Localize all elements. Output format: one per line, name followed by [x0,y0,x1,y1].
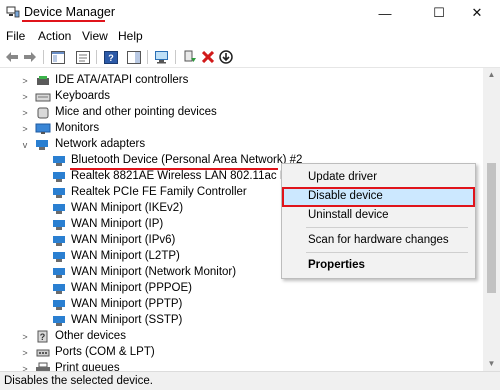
update-driver-icon[interactable] [182,49,198,65]
action-pane-icon[interactable] [126,49,142,65]
menu-view[interactable]: View [82,29,108,43]
menu-item-properties[interactable]: Properties [282,256,475,276]
expand-icon[interactable]: > [20,348,30,358]
minimize-button[interactable]: — [362,0,408,26]
port-icon [36,349,50,357]
scan-hardware-icon[interactable] [154,49,170,65]
toolbar-separator [96,50,97,64]
menu-item-scan-hardware[interactable]: Scan for hardware changes [282,231,475,251]
toolbar-separator [147,50,148,64]
tree-item-label: WAN Miniport (Network Monitor) [71,266,237,278]
tree-item-label: WAN Miniport (PPTP) [71,298,183,310]
mouse-icon [37,107,49,119]
tree-item-other-devices[interactable]: > ? Other devices [0,329,483,345]
toolbar: ? [0,46,500,68]
title-bar: Device Manager — ☐ ✕ [0,0,500,26]
context-menu: Update driver Disable device Uninstall d… [281,163,476,279]
tree-item-label: WAN Miniport (L2TP) [71,250,180,262]
ide-controller-icon [37,76,49,85]
tree-item-label: Mice and other pointing devices [55,106,217,118]
network-adapter-icon [53,188,65,198]
keyboard-icon [35,93,51,102]
tree-item-keyboards[interactable]: > Keyboards [0,89,483,105]
device-manager-icon [6,6,20,18]
expand-icon[interactable]: > [20,92,30,102]
tree-item-label: Other devices [55,330,126,342]
uninstall-icon[interactable] [200,49,216,65]
tree-item-label: WAN Miniport (IP) [71,218,164,230]
status-bar: Disables the selected device. [0,371,500,390]
menu-action[interactable]: Action [38,29,71,43]
network-adapter-icon [53,268,65,278]
monitor-icon [35,123,51,134]
network-adapter-icon [53,156,65,166]
tree-item-wan-sstp[interactable]: WAN Miniport (SSTP) [0,313,483,329]
tree-item-label: Print queues [55,362,120,371]
show-hide-tree-icon[interactable] [50,49,66,65]
tree-item-label: Monitors [55,122,100,134]
menu-separator [306,227,468,228]
tree-item-network-adapters[interactable]: v Network adapters [0,137,483,153]
tree-item-label: Keyboards [55,90,110,102]
menu-item-update-driver[interactable]: Update driver [282,168,475,188]
expand-icon[interactable]: > [20,364,30,371]
menu-help[interactable]: Help [118,29,143,43]
scrollbar-thumb[interactable] [487,163,496,293]
tree-item-label: Bluetooth Device (Personal Area Network)… [71,154,303,166]
network-adapter-icon [53,204,65,214]
collapse-icon[interactable]: v [20,140,30,150]
menu-separator [306,252,468,253]
expand-icon[interactable]: > [20,332,30,342]
scroll-up-icon[interactable]: ▲ [483,68,500,82]
tree-item-ide-ata[interactable]: > IDE ATA/ATAPI controllers [0,73,483,89]
tree-item-monitors[interactable]: > Monitors [0,121,483,137]
help-icon[interactable]: ? [103,49,119,65]
properties-icon[interactable] [75,49,91,65]
network-adapter-icon [53,220,65,230]
tree-item-wan-pppoe[interactable]: WAN Miniport (PPPOE) [0,281,483,297]
menu-item-disable-device[interactable]: Disable device [282,187,475,207]
tree-item-wan-pptp[interactable]: WAN Miniport (PPTP) [0,297,483,313]
forward-icon[interactable] [22,49,38,65]
network-adapter-icon [53,252,65,262]
network-adapter-icon [36,140,48,150]
tree-item-label: WAN Miniport (IPv6) [71,234,176,246]
svg-text:?: ? [40,332,46,342]
tree-item-label: WAN Miniport (SSTP) [71,314,183,326]
tree-item-label: Network adapters [55,138,146,150]
network-adapter-icon [53,284,65,294]
svg-text:?: ? [108,53,114,63]
scroll-down-icon[interactable]: ▼ [483,357,500,371]
tree-item-label: WAN Miniport (PPPOE) [71,282,192,294]
tree-item-label: WAN Miniport (IKEv2) [71,202,184,214]
expand-icon[interactable]: > [20,108,30,118]
network-adapter-icon [53,316,65,326]
title-underline [22,20,105,22]
network-adapter-icon [53,300,65,310]
back-icon[interactable] [4,49,20,65]
menu-bar: File Action View Help [0,26,500,46]
status-text: Disables the selected device. [4,375,153,387]
vertical-scrollbar[interactable]: ▲ ▼ [483,68,500,371]
printer-icon [36,362,50,371]
enable-device-icon[interactable] [218,49,234,65]
network-adapter-icon [53,172,65,182]
toolbar-separator [175,50,176,64]
window-title: Device Manager [24,5,116,19]
close-button[interactable]: ✕ [454,0,500,26]
menu-item-uninstall-device[interactable]: Uninstall device [282,206,475,226]
menu-file[interactable]: File [6,29,25,43]
tree-item-label: Realtek PCIe FE Family Controller [71,186,247,198]
tree-item-mice[interactable]: > Mice and other pointing devices [0,105,483,121]
tree-item-print-queues[interactable]: > Print queues [0,361,483,371]
other-devices-icon: ? [37,330,48,343]
network-adapter-icon [53,236,65,246]
expand-icon[interactable]: > [20,76,30,86]
expand-icon[interactable]: > [20,124,30,134]
tree-item-label: Ports (COM & LPT) [55,346,155,358]
tree-item-ports[interactable]: > Ports (COM & LPT) [0,345,483,361]
toolbar-separator [43,50,44,64]
tree-item-label: IDE ATA/ATAPI controllers [55,74,189,86]
